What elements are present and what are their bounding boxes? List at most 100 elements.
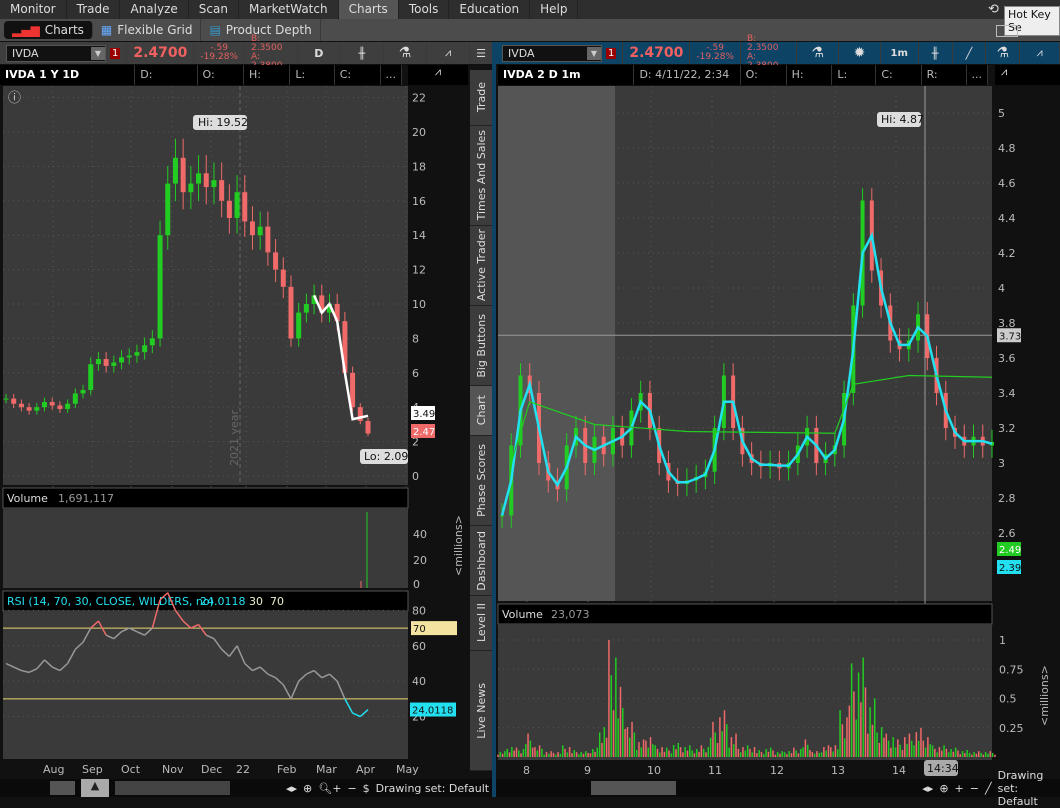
- drawing-set-label[interactable]: Drawing set: Default: [376, 782, 489, 795]
- left-toolbar: IVDA▼ 1 2.4700 -.59-19.28% B: 2.3500A: 2…: [0, 35, 492, 71]
- candle: [280, 269, 286, 287]
- zoom-out-icon[interactable]: −: [970, 782, 979, 795]
- expand-icon[interactable]: ⩘: [408, 65, 468, 85]
- right-chart-area[interactable]: 5 4.8 4.6 4.4 4.2 4 3.8 3.6 3.4 3.2 3 2.8 2.6 Hi: 4.8…: [496, 86, 1060, 778]
- side-tab-trade[interactable]: Trade: [470, 70, 492, 126]
- menu-education[interactable]: Education: [449, 0, 531, 19]
- price-tick: 3.2: [998, 422, 1016, 435]
- candle-style-icon[interactable]: ╫: [919, 42, 953, 64]
- side-tab-level-ii[interactable]: Level II: [470, 596, 492, 651]
- crosshair-icon[interactable]: ⊕: [303, 782, 312, 795]
- period-button[interactable]: 1m: [881, 42, 919, 64]
- menu-analyze[interactable]: Analyze: [120, 0, 189, 19]
- month-tick: Mar: [316, 763, 337, 776]
- studies-flask-icon[interactable]: ⚗: [986, 42, 1021, 64]
- candle: [365, 420, 371, 434]
- lo-label: Lo: 2.09: [364, 450, 408, 463]
- right-toolbar: IVDA▼ 1 2.4700 -.59-19.28% B: 2.3500A: 2…: [496, 35, 1060, 71]
- zoom-in-icon[interactable]: +: [955, 782, 964, 795]
- side-tab-big-buttons[interactable]: Big Buttons: [470, 306, 492, 386]
- zoom-out-icon[interactable]: −: [347, 782, 356, 795]
- flask-icon[interactable]: ⚗: [797, 42, 840, 64]
- menu-help[interactable]: Help: [530, 0, 579, 19]
- drawings-icon[interactable]: ⩘: [1020, 42, 1060, 64]
- rsi-badge: 24.0118: [412, 706, 453, 717]
- menu-charts[interactable]: Charts: [338, 0, 399, 19]
- price-tick: 3.4: [998, 387, 1016, 400]
- candle: [72, 393, 78, 404]
- hi-label: Hi: 19.52: [198, 116, 248, 129]
- dollar-icon[interactable]: $: [363, 782, 370, 795]
- close: C: 2.47: [335, 65, 381, 101]
- link-badge[interactable]: 1: [606, 47, 617, 59]
- side-tab-dashboard[interactable]: Dashboard: [470, 526, 492, 596]
- right-scroll-bar: ◂▸ ⊕ + − ╱ Drawing set: Default: [496, 769, 1060, 808]
- flexible-grid-subtab[interactable]: ▦ Flexible Grid: [93, 19, 202, 41]
- menu-trade[interactable]: Trade: [67, 0, 121, 19]
- side-tab-live-news[interactable]: Live News: [470, 651, 492, 771]
- expand-icon[interactable]: ⩘: [995, 65, 1060, 85]
- period-button[interactable]: D: [298, 42, 341, 64]
- crosshair-icon[interactable]: ⊕: [939, 782, 948, 795]
- history-icon[interactable]: ⟲: [988, 2, 999, 17]
- last-price: 2.4700: [629, 45, 684, 61]
- symbol-input-left[interactable]: IVDA ▼: [6, 44, 106, 62]
- candle-style-icon[interactable]: ╫: [341, 42, 384, 64]
- pin-icon[interactable]: ▲: [81, 779, 109, 797]
- volume-value: 1,691,117: [58, 492, 114, 505]
- candle: [80, 390, 86, 394]
- left-chart-area[interactable]: 22201816141210864202021 yearⓘHi: 19.52Lo…: [0, 86, 468, 778]
- menu-monitor[interactable]: Monitor: [0, 0, 67, 19]
- price-tick: 4.2: [998, 247, 1016, 260]
- dropdown-icon[interactable]: ▼: [587, 46, 601, 60]
- candle: [134, 352, 140, 356]
- scrollbar-track[interactable]: [115, 781, 230, 795]
- pct-change: -19.28%: [200, 52, 238, 62]
- volume-tick: 20: [413, 554, 427, 567]
- link-badge[interactable]: 1: [110, 47, 121, 59]
- symbol-input-right[interactable]: IVDA ▼: [502, 44, 602, 62]
- price-tick: 4.8: [998, 142, 1016, 155]
- rsi-overbought: 70: [270, 595, 284, 608]
- menu-tools[interactable]: Tools: [399, 0, 450, 19]
- candle: [49, 402, 55, 406]
- chart-title: IVDA 2 D 1m [NASDAQ]: [498, 65, 635, 101]
- line-icon[interactable]: ╱: [985, 782, 992, 795]
- layout-icon[interactable]: [996, 25, 1018, 37]
- side-tab-phase-scores[interactable]: Phase Scores: [470, 436, 492, 526]
- scrollbar-thumb[interactable]: [50, 781, 75, 795]
- drawings-icon[interactable]: ⩘: [427, 42, 471, 64]
- gear-icon[interactable]: ✹: [839, 42, 881, 64]
- pan-icon[interactable]: ◂▸: [922, 782, 933, 795]
- menu-scan[interactable]: Scan: [189, 0, 239, 19]
- line-drawing-icon[interactable]: ╱: [953, 42, 987, 64]
- range: R: 0.02: [922, 65, 967, 101]
- candle: [149, 338, 155, 346]
- side-tab-label: Times And Sales: [474, 130, 488, 221]
- hour-tick: 14: [892, 764, 906, 777]
- menu-marketwatch[interactable]: MarketWatch: [239, 0, 339, 19]
- side-tab-active-trader[interactable]: Active Trader: [470, 226, 492, 306]
- studies-flask-icon[interactable]: ⚗: [384, 42, 427, 64]
- side-tab-times-and-sales[interactable]: Times And Sales: [470, 126, 492, 226]
- side-tab-chart[interactable]: Chart: [470, 386, 492, 436]
- green-badge: 2.49: [999, 545, 1021, 556]
- candle: [42, 402, 48, 408]
- menu-icon[interactable]: ☰: [470, 42, 492, 64]
- charts-subtab[interactable]: ▂▄▆ Charts: [4, 21, 93, 39]
- candle: [165, 183, 171, 236]
- more-button[interactable]: ...: [967, 65, 989, 85]
- month-tick: Dec: [201, 763, 222, 776]
- rsi-tick: 60: [412, 640, 426, 653]
- pan-icon[interactable]: ◂▸: [286, 782, 297, 795]
- scrollbar-thumb[interactable]: [591, 781, 677, 795]
- zoom-in-icon[interactable]: 🔍︎+: [318, 782, 341, 795]
- hour-tick: 8: [523, 764, 530, 777]
- last-price: 2.4700: [133, 45, 188, 61]
- candle: [288, 286, 294, 339]
- more-button[interactable]: ...: [381, 65, 402, 85]
- drawing-set-label[interactable]: Drawing set: Default: [998, 769, 1060, 808]
- candle: [157, 235, 163, 339]
- dropdown-icon[interactable]: ▼: [91, 46, 105, 60]
- open: O: 2.69: [198, 65, 245, 101]
